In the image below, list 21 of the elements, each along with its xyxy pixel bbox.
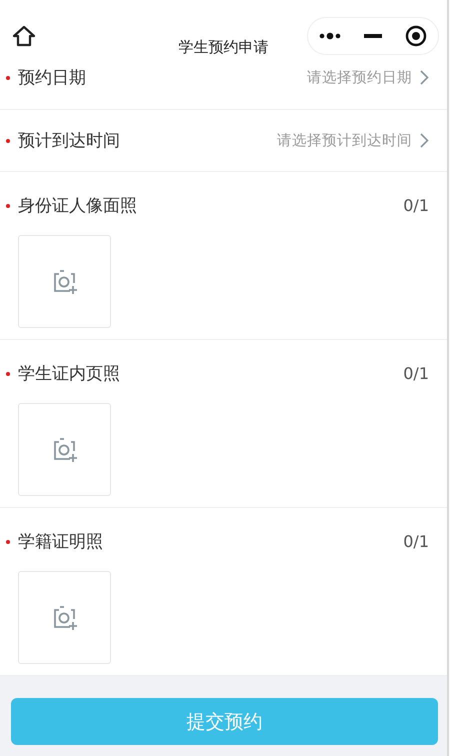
- upload-tile[interactable]: [18, 403, 111, 496]
- field-label: 预约日期: [18, 67, 86, 89]
- minus-icon: [364, 34, 382, 38]
- field-label: 学生证内页照: [18, 363, 120, 385]
- chevron-icon: [420, 70, 429, 85]
- upload-tile[interactable]: [18, 571, 111, 664]
- upload-count: 0/1: [403, 196, 429, 215]
- submit-button[interactable]: 提交预约: [11, 698, 438, 745]
- page-title: 学生预约申请: [178, 38, 270, 57]
- target-icon: [404, 25, 427, 47]
- upload-count: 0/1: [403, 364, 429, 383]
- field-label: 学籍证明照: [18, 531, 103, 553]
- field-label: 身份证人像面照: [18, 195, 137, 217]
- dots-icon: [319, 32, 342, 40]
- upload-count: 0/1: [403, 532, 429, 551]
- upload-tile[interactable]: [18, 235, 111, 328]
- field-label: 预计到达时间: [18, 130, 120, 152]
- chevron-icon: [420, 133, 429, 148]
- picker-field[interactable]: 请选择预约日期: [307, 68, 429, 87]
- picker-field[interactable]: 请选择预计到达时间: [277, 131, 429, 150]
- home-icon[interactable]: [12, 25, 36, 47]
